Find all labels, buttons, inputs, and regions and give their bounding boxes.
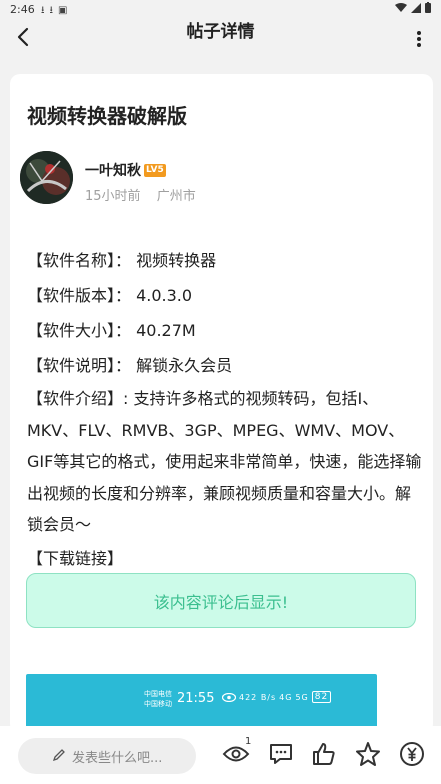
info-intro: 【软件介绍】: 支持许多格式的视频转码，包括I、MKV、FLV、RMVB、3GP… [27, 389, 422, 534]
screenshot-time: 21:55 [177, 691, 215, 706]
screenshot-net1: 4G [279, 692, 293, 702]
avatar[interactable] [20, 151, 73, 204]
post-time: 15小时前 [85, 189, 141, 204]
embedded-screenshot[interactable]: 中国电信 中国移动 21:55 422 B/s 4G 5G 82 [26, 674, 377, 734]
thumbs-up-icon [313, 743, 335, 765]
comment-input[interactable]: 发表些什么吧... [18, 738, 196, 774]
info-line-size: 【软件大小】： 40.27M [27, 321, 196, 340]
screenshot-carrier: 中国电信 中国移动 [144, 690, 172, 708]
status-time: 2:46 [10, 3, 35, 16]
screenshot-speed: 422 B/s [239, 692, 277, 702]
star-icon [356, 742, 380, 766]
info-line-name: 【软件名称】： 视频转换器 [27, 251, 217, 270]
screenshot-status-icons: 422 B/s 4G 5G 82 [222, 691, 332, 703]
post-content: 【软件名称】： 视频转换器 【软件版本】： 4.0.3.0 【软件大小】： 40… [27, 243, 422, 576]
pencil-icon [52, 749, 65, 762]
author-name: 一叶知秋 [85, 163, 141, 179]
page-title: 帖子详情 [186, 22, 255, 42]
level-badge: LV5 [144, 163, 166, 177]
like-button[interactable] [310, 740, 338, 768]
system-icons [395, 2, 431, 13]
post-location: 广州市 [156, 189, 196, 204]
comment-placeholder: 发表些什么吧... [72, 750, 163, 766]
info-line-version: 【软件版本】： 4.0.3.0 [27, 286, 193, 305]
post-meta: 15小时前 广州市 [85, 185, 196, 204]
post-title: 视频转换器破解版 [27, 104, 187, 128]
eye-icon [222, 692, 236, 702]
comment-button[interactable] [267, 740, 295, 768]
author-name-row[interactable]: 一叶知秋 LV5 [85, 160, 166, 180]
post-card: 视频转换器破解版 一叶知秋 LV5 15小时前 广州市 【软件名称】： 视频转换… [10, 74, 433, 734]
bottom-action-bar: 发表些什么吧... 1 [0, 726, 441, 784]
more-options-button[interactable] [409, 24, 429, 54]
eye-icon [222, 746, 250, 762]
locked-content-notice[interactable]: 该内容评论后显示! [26, 573, 416, 628]
more-vertical-icon [417, 31, 421, 47]
status-bar: 2:46 ⭳⭳▣ [0, 0, 441, 18]
chat-icon [270, 744, 292, 764]
battery-icon [425, 2, 431, 13]
yen-coin-icon [400, 742, 424, 766]
reward-button[interactable] [398, 740, 426, 768]
screenshot-net2: 5G [295, 692, 309, 702]
screenshot-battery: 82 [311, 691, 332, 703]
download-label: 【下载链接】 [27, 548, 124, 568]
info-line-description: 【软件说明】： 解锁永久会员 [27, 356, 233, 375]
favorite-button[interactable] [354, 740, 382, 768]
signal-icon [411, 2, 421, 13]
wifi-icon [395, 2, 407, 12]
view-count: 1 [245, 736, 252, 747]
app-bar: 帖子详情 [0, 18, 441, 56]
